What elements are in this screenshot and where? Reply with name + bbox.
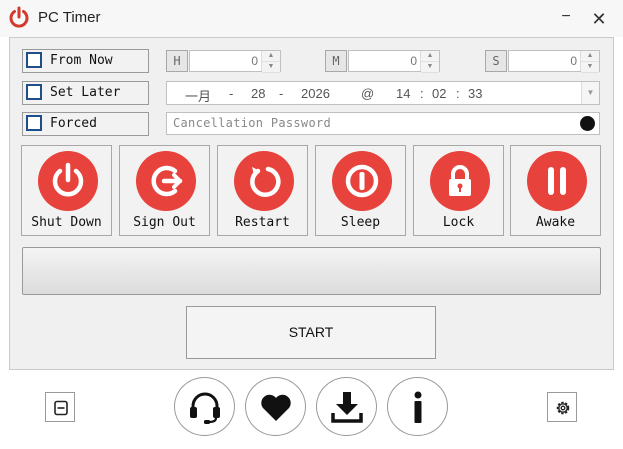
forced-option[interactable]: Forced xyxy=(22,112,149,136)
seconds-unit-label: S xyxy=(485,50,507,72)
at-separator: @ xyxy=(361,86,375,101)
month-field[interactable]: 一月 xyxy=(185,86,211,105)
heart-icon xyxy=(261,394,291,421)
lock-button[interactable]: Lock xyxy=(413,145,504,236)
shut-down-button[interactable]: Shut Down xyxy=(21,145,112,236)
restart-icon xyxy=(250,166,281,197)
sign-out-button[interactable]: Sign Out xyxy=(119,145,210,236)
info-icon xyxy=(414,391,422,423)
second-field[interactable]: 33 xyxy=(468,86,482,101)
seconds-value: 0 xyxy=(570,54,577,68)
forced-label: Forced xyxy=(50,116,97,131)
time-separator: : xyxy=(456,86,460,101)
sleep-button[interactable]: Sleep xyxy=(315,145,406,236)
settings-button[interactable] xyxy=(547,392,577,422)
pause-icon xyxy=(548,167,566,195)
awake-label: Awake xyxy=(535,215,576,230)
from-now-checkbox[interactable] xyxy=(26,52,42,68)
minutes-input[interactable]: 0 ▲ ▼ xyxy=(348,50,440,73)
year-field[interactable]: 2026 xyxy=(301,86,330,101)
password-placeholder: Cancellation Password xyxy=(173,116,332,130)
sleep-icon xyxy=(345,164,379,198)
sleep-label: Sleep xyxy=(340,215,381,230)
hours-input[interactable]: 0 ▲ ▼ xyxy=(189,50,281,73)
download-icon xyxy=(331,392,363,423)
spin-up-icon[interactable]: ▲ xyxy=(421,51,439,62)
set-later-option[interactable]: Set Later xyxy=(22,81,149,105)
spin-up-icon[interactable]: ▲ xyxy=(581,51,599,62)
minutes-unit-label: M xyxy=(325,50,347,72)
hour-field[interactable]: 14 xyxy=(396,86,410,101)
sign-out-icon xyxy=(151,165,183,197)
set-later-label: Set Later xyxy=(50,85,121,100)
headset-icon xyxy=(190,392,220,424)
spin-down-icon[interactable]: ▼ xyxy=(581,62,599,73)
app-power-icon xyxy=(9,6,29,28)
close-button[interactable]: ✕ xyxy=(588,8,610,30)
minutes-value: 0 xyxy=(410,54,417,68)
minimize-button[interactable]: − xyxy=(555,8,577,30)
from-now-label: From Now xyxy=(50,53,113,68)
window-title: PC Timer xyxy=(38,9,101,26)
support-button[interactable] xyxy=(174,377,235,436)
favorite-button[interactable] xyxy=(245,377,306,436)
hours-spinner[interactable]: ▲ ▼ xyxy=(261,51,280,73)
hours-value: 0 xyxy=(251,54,258,68)
restart-button[interactable]: Restart xyxy=(217,145,308,236)
compact-mode-button[interactable] xyxy=(45,392,75,422)
shut-down-label: Shut Down xyxy=(31,215,102,230)
minutes-spinner[interactable]: ▲ ▼ xyxy=(420,51,439,73)
restart-label: Restart xyxy=(235,215,290,230)
sign-out-label: Sign Out xyxy=(133,215,196,230)
lock-label: Lock xyxy=(442,215,475,230)
title-bar: PC Timer − ✕ xyxy=(0,0,623,37)
hours-unit-label: H xyxy=(166,50,188,72)
spin-up-icon[interactable]: ▲ xyxy=(262,51,280,62)
download-button[interactable] xyxy=(316,377,377,436)
forced-checkbox[interactable] xyxy=(26,115,42,131)
cancellation-password-input[interactable]: Cancellation Password xyxy=(166,112,600,135)
minute-field[interactable]: 02 xyxy=(432,86,446,101)
time-separator: : xyxy=(420,86,424,101)
password-reveal-icon[interactable] xyxy=(580,116,595,131)
set-later-checkbox[interactable] xyxy=(26,84,42,100)
seconds-spinner[interactable]: ▲ ▼ xyxy=(580,51,599,73)
spin-down-icon[interactable]: ▼ xyxy=(421,62,439,73)
window-icon xyxy=(54,400,68,416)
from-now-option[interactable]: From Now xyxy=(22,49,149,73)
start-button[interactable]: START xyxy=(186,306,436,359)
schedule-datetime-picker[interactable]: 一月 - 28 - 2026 @ 14 : 02 : 33 ▼ xyxy=(166,81,600,105)
calendar-dropdown-icon[interactable]: ▼ xyxy=(581,82,599,104)
lock-icon xyxy=(449,165,471,196)
power-icon xyxy=(52,162,84,197)
spin-down-icon[interactable]: ▼ xyxy=(262,62,280,73)
info-button[interactable] xyxy=(387,377,448,436)
countdown-progress-bar xyxy=(22,247,601,295)
gear-icon xyxy=(556,401,570,415)
day-field[interactable]: 28 xyxy=(251,86,265,101)
date-separator: - xyxy=(229,86,234,101)
date-separator: - xyxy=(279,86,284,101)
seconds-input[interactable]: 0 ▲ ▼ xyxy=(508,50,600,73)
awake-button[interactable]: Awake xyxy=(510,145,601,236)
